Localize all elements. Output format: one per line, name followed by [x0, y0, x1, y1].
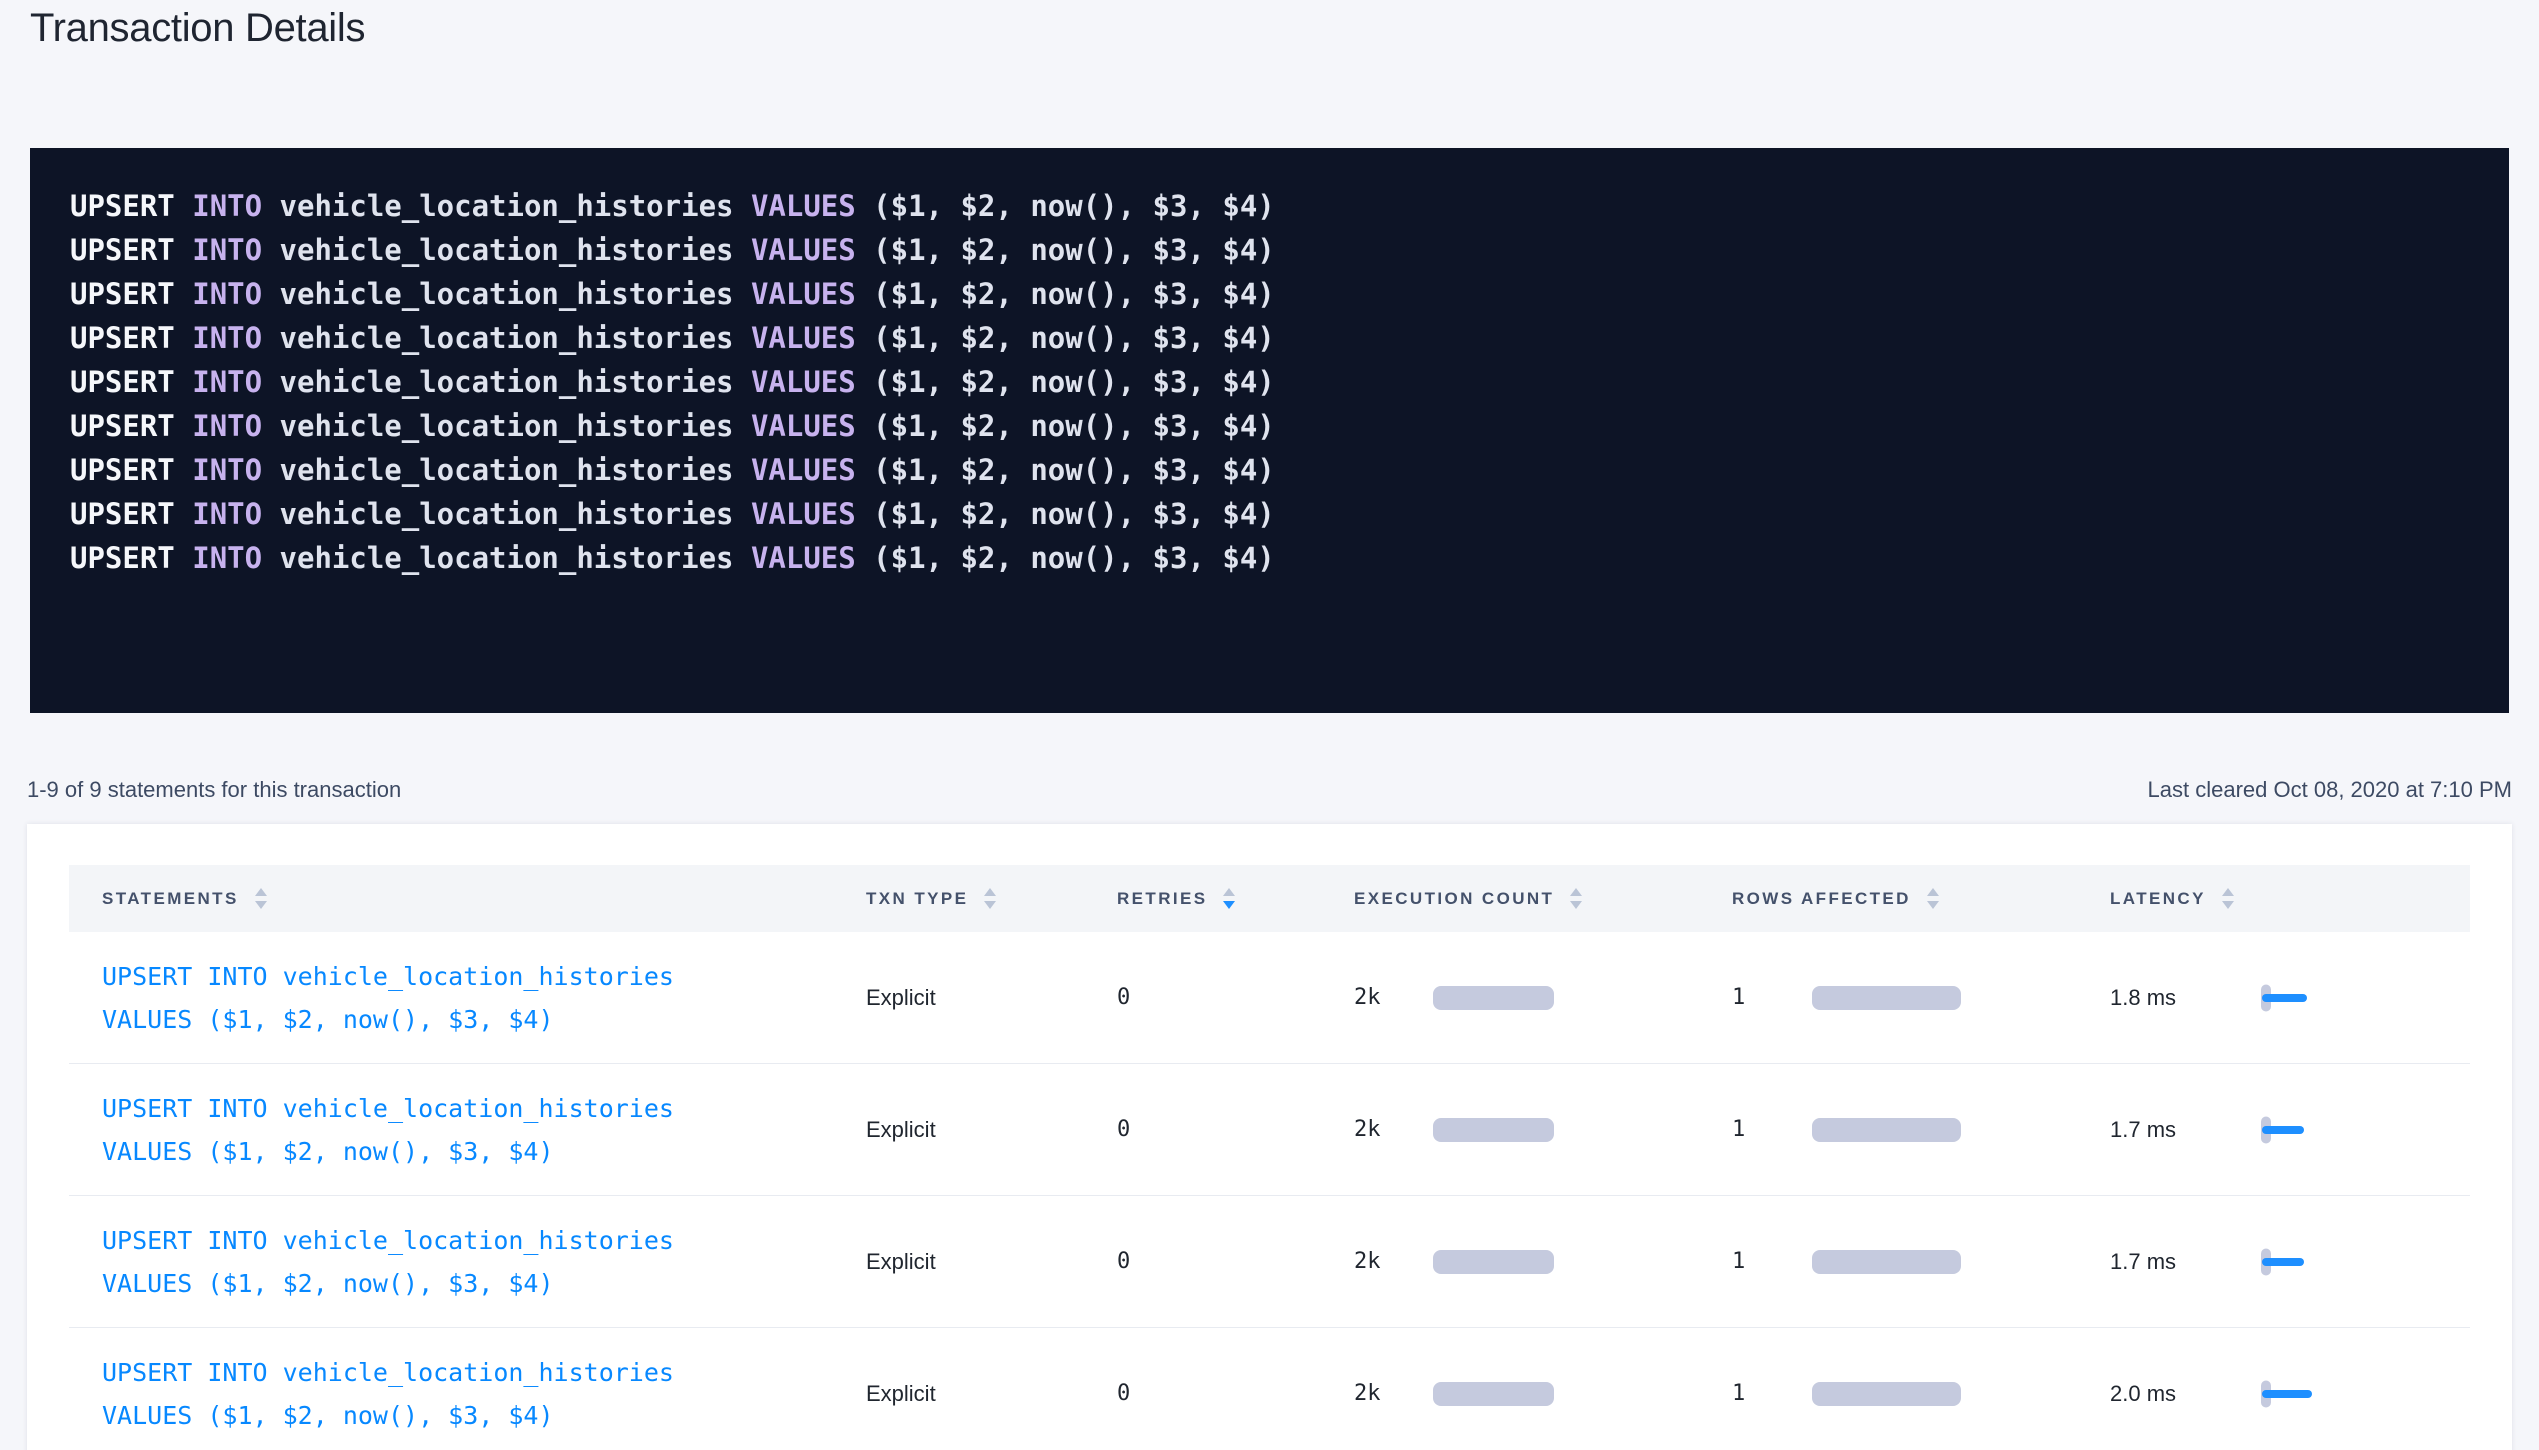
- latency-bar: [2262, 994, 2307, 1002]
- summary-row: 1-9 of 9 statements for this transaction…: [27, 772, 2512, 808]
- txn-type-cell: Explicit: [866, 1196, 936, 1327]
- statements-count-text: 1-9 of 9 statements for this transaction: [27, 777, 401, 803]
- sort-desc-icon: [1927, 901, 1939, 909]
- rows-affected-bar: [1812, 1118, 1961, 1142]
- latency-bar: [2262, 1126, 2304, 1134]
- txn-type-cell: Explicit: [866, 932, 936, 1063]
- sql-code-line: UPSERT INTO vehicle_location_histories V…: [70, 316, 2469, 360]
- statement-link[interactable]: UPSERT INTO vehicle_location_histories V…: [102, 1219, 674, 1305]
- sort-icons: [2222, 888, 2234, 909]
- execution-count-bar: [1433, 1382, 1554, 1406]
- last-cleared-text: Last cleared Oct 08, 2020 at 7:10 PM: [2148, 777, 2512, 803]
- statement-line-1: UPSERT INTO vehicle_location_histories: [102, 1087, 674, 1130]
- column-header-execution-count[interactable]: EXECUTION COUNT: [1354, 865, 1582, 932]
- statement-line-2: VALUES ($1, $2, now(), $3, $4): [102, 1262, 674, 1305]
- sort-icons: [1570, 888, 1582, 909]
- sort-desc-icon: [255, 901, 267, 909]
- sql-code-line: UPSERT INTO vehicle_location_histories V…: [70, 448, 2469, 492]
- latency-bar: [2262, 1258, 2304, 1266]
- column-header-retries[interactable]: RETRIES: [1117, 865, 1235, 932]
- table-row: UPSERT INTO vehicle_location_histories V…: [69, 1328, 2470, 1450]
- sort-asc-icon: [984, 888, 996, 896]
- sql-code-lines: UPSERT INTO vehicle_location_histories V…: [70, 184, 2469, 580]
- table-row: UPSERT INTO vehicle_location_histories V…: [69, 1064, 2470, 1196]
- table-header-row: STATEMENTS TXN TYPE RETRIES: [69, 865, 2470, 932]
- sql-code-line: UPSERT INTO vehicle_location_histories V…: [70, 492, 2469, 536]
- statement-link[interactable]: UPSERT INTO vehicle_location_histories V…: [102, 1087, 674, 1173]
- statement-line-1: UPSERT INTO vehicle_location_histories: [102, 1351, 674, 1394]
- sort-icons: [1223, 888, 1235, 909]
- column-header-statements[interactable]: STATEMENTS: [102, 865, 267, 932]
- execution-count-bar: [1433, 986, 1554, 1010]
- statement-line-2: VALUES ($1, $2, now(), $3, $4): [102, 998, 674, 1041]
- column-header-label: ROWS AFFECTED: [1732, 889, 1911, 909]
- sql-code-line: UPSERT INTO vehicle_location_histories V…: [70, 184, 2469, 228]
- rows-affected-value: 1: [1732, 1196, 1745, 1327]
- table-body: UPSERT INTO vehicle_location_histories V…: [69, 932, 2470, 1450]
- sort-icons: [1927, 888, 1939, 909]
- execution-count-bar: [1433, 1250, 1554, 1274]
- page-title: Transaction Details: [30, 6, 365, 51]
- txn-type-cell: Explicit: [866, 1064, 936, 1195]
- execution-count-value: 2k: [1354, 1328, 1381, 1450]
- execution-count-value: 2k: [1354, 1064, 1381, 1195]
- sort-desc-icon: [984, 901, 996, 909]
- column-header-label: TXN TYPE: [866, 889, 968, 909]
- statement-line-1: UPSERT INTO vehicle_location_histories: [102, 955, 674, 998]
- sql-code-line: UPSERT INTO vehicle_location_histories V…: [70, 228, 2469, 272]
- execution-count-value: 2k: [1354, 932, 1381, 1063]
- column-header-rows-affected[interactable]: ROWS AFFECTED: [1732, 865, 1939, 932]
- sql-code-line: UPSERT INTO vehicle_location_histories V…: [70, 360, 2469, 404]
- latency-value: 1.7 ms: [2110, 1196, 2176, 1327]
- transaction-details-page: Transaction Details UPSERT INTO vehicle_…: [0, 0, 2539, 1450]
- column-header-txn-type[interactable]: TXN TYPE: [866, 865, 996, 932]
- column-header-label: RETRIES: [1117, 889, 1207, 909]
- txn-type-cell: Explicit: [866, 1328, 936, 1450]
- retries-cell: 0: [1117, 1064, 1130, 1195]
- sort-asc-icon: [1570, 888, 1582, 896]
- rows-affected-value: 1: [1732, 932, 1745, 1063]
- table-row: UPSERT INTO vehicle_location_histories V…: [69, 1196, 2470, 1328]
- latency-value: 1.7 ms: [2110, 1064, 2176, 1195]
- statement-line-2: VALUES ($1, $2, now(), $3, $4): [102, 1130, 674, 1173]
- sql-statements-box: UPSERT INTO vehicle_location_histories V…: [30, 148, 2509, 713]
- latency-value: 1.8 ms: [2110, 932, 2176, 1063]
- latency-bar: [2262, 1390, 2312, 1398]
- sort-asc-icon: [1223, 888, 1235, 896]
- retries-cell: 0: [1117, 1196, 1130, 1327]
- sql-code-line: UPSERT INTO vehicle_location_histories V…: [70, 272, 2469, 316]
- statement-line-2: VALUES ($1, $2, now(), $3, $4): [102, 1394, 674, 1437]
- retries-cell: 0: [1117, 932, 1130, 1063]
- rows-affected-value: 1: [1732, 1064, 1745, 1195]
- execution-count-bar: [1433, 1118, 1554, 1142]
- sort-desc-icon: [1223, 901, 1235, 909]
- statement-link[interactable]: UPSERT INTO vehicle_location_histories V…: [102, 955, 674, 1041]
- sort-asc-icon: [1927, 888, 1939, 896]
- column-header-label: EXECUTION COUNT: [1354, 889, 1554, 909]
- execution-count-value: 2k: [1354, 1196, 1381, 1327]
- sort-desc-icon: [2222, 901, 2234, 909]
- rows-affected-bar: [1812, 1382, 1961, 1406]
- column-header-latency[interactable]: LATENCY: [2110, 865, 2234, 932]
- column-header-label: LATENCY: [2110, 889, 2206, 909]
- rows-affected-value: 1: [1732, 1328, 1745, 1450]
- latency-value: 2.0 ms: [2110, 1328, 2176, 1450]
- sort-asc-icon: [255, 888, 267, 896]
- column-header-label: STATEMENTS: [102, 889, 239, 909]
- sql-code-line: UPSERT INTO vehicle_location_histories V…: [70, 404, 2469, 448]
- sort-asc-icon: [2222, 888, 2234, 896]
- sort-icons: [984, 888, 996, 909]
- sort-desc-icon: [1570, 901, 1582, 909]
- rows-affected-bar: [1812, 1250, 1961, 1274]
- statements-table-card: STATEMENTS TXN TYPE RETRIES: [27, 824, 2512, 1450]
- rows-affected-bar: [1812, 986, 1961, 1010]
- statement-link[interactable]: UPSERT INTO vehicle_location_histories V…: [102, 1351, 674, 1437]
- statement-line-1: UPSERT INTO vehicle_location_histories: [102, 1219, 674, 1262]
- table-row: UPSERT INTO vehicle_location_histories V…: [69, 932, 2470, 1064]
- sql-code-line: UPSERT INTO vehicle_location_histories V…: [70, 536, 2469, 580]
- retries-cell: 0: [1117, 1328, 1130, 1450]
- sort-icons: [255, 888, 267, 909]
